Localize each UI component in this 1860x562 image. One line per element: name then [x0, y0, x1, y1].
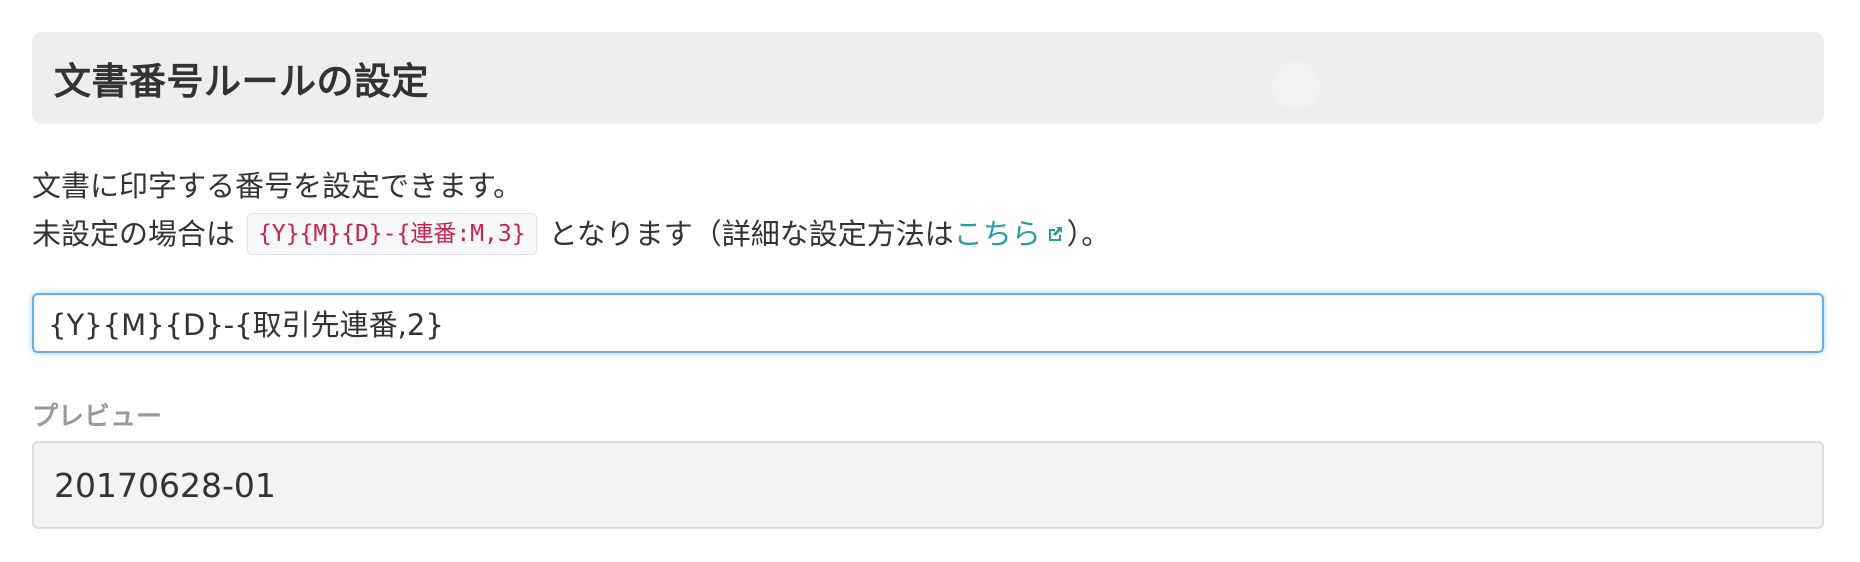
- default-rule-code: {Y}{M}{D}-{連番:M,3}: [247, 213, 537, 255]
- description-text-1: 文書に印字する番号を設定できます。: [32, 169, 523, 203]
- page-title: 文書番号ルールの設定: [54, 60, 429, 103]
- description-line-2: 未設定の場合は {Y}{M}{D}-{連番:M,3} となります（詳細な設定方法…: [32, 210, 1824, 258]
- settings-panel-heading: 文書番号ルールの設定: [32, 32, 1824, 124]
- decorative-circle: [1272, 62, 1320, 110]
- help-link[interactable]: こちら: [954, 210, 1067, 258]
- description-line-1: 文書に印字する番号を設定できます。: [32, 162, 1824, 210]
- external-link-icon: [1048, 227, 1062, 241]
- settings-description: 文書に印字する番号を設定できます。 未設定の場合は {Y}{M}{D}-{連番:…: [32, 162, 1824, 258]
- document-number-rule-input[interactable]: [32, 293, 1824, 353]
- description-middle: となります（詳細な設定方法は: [548, 217, 954, 251]
- preview-output: 20170628-01: [32, 441, 1824, 529]
- preview-value: 20170628-01: [54, 465, 276, 505]
- description-prefix: 未設定の場合は: [32, 217, 236, 251]
- help-link-label: こちら: [953, 217, 1041, 251]
- preview-label: プレビュー: [32, 402, 163, 432]
- description-suffix: ）。: [1066, 217, 1111, 251]
